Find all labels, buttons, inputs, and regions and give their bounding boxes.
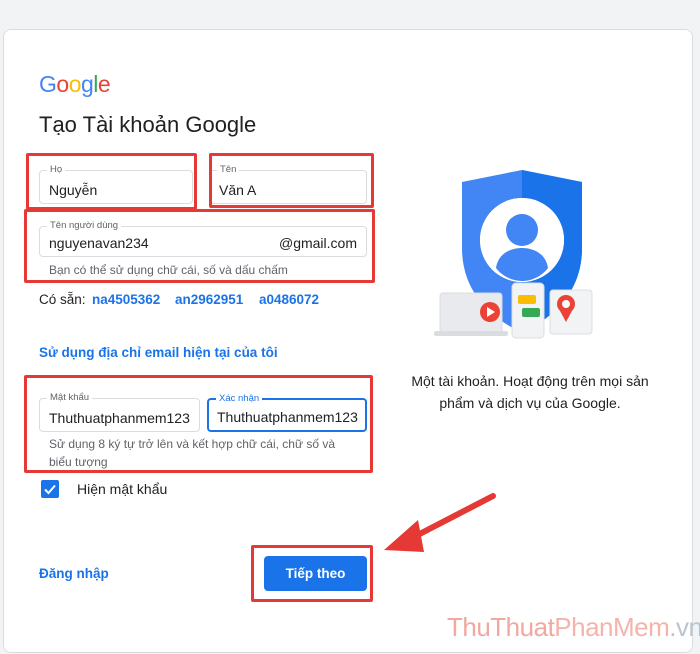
username-value: nguyenavan234: [49, 235, 149, 251]
suggestion-3[interactable]: a0486072: [259, 292, 319, 307]
suggestion-2[interactable]: an2962951: [175, 292, 243, 307]
confirm-password-field[interactable]: Xác nhận Thuthuatphanmem123: [207, 393, 367, 432]
suggestion-1[interactable]: na4505362: [92, 292, 160, 307]
username-label: Tên người dùng: [47, 220, 122, 231]
availability-label: Có sẵn:: [39, 292, 86, 307]
use-current-email-link[interactable]: Sử dụng địa chỉ email hiện tại của tôi: [39, 345, 278, 360]
first-name-value: Văn A: [219, 182, 257, 198]
first-name-field[interactable]: Tên Văn A: [209, 164, 367, 204]
gmail-suffix: @gmail.com: [278, 235, 357, 251]
next-button[interactable]: Tiếp theo: [264, 556, 367, 591]
last-name-label: Họ: [47, 164, 66, 175]
confirm-value: Thuthuatphanmem123: [217, 409, 358, 425]
show-password-label: Hiện mật khẩu: [77, 481, 168, 497]
page-title: Tạo Tài khoản Google: [39, 112, 257, 137]
password-hint: Sử dụng 8 ký tự trở lên và kết hợp chữ c…: [49, 437, 335, 469]
password-label: Mật khẩu: [47, 392, 93, 403]
checkmark-icon: [44, 484, 56, 495]
username-field[interactable]: Tên người dùng nguyenavan234 @gmail.com: [39, 220, 367, 257]
confirm-label: Xác nhận: [216, 393, 263, 404]
account-shield-illustration: [432, 168, 602, 353]
pointer-arrow-icon: [380, 488, 505, 563]
watermark: ThuThuatPhanMem.vn: [447, 612, 700, 642]
last-name-value: Nguyễn: [49, 182, 98, 198]
username-hint: Bạn có thể sử dụng chữ cái, số và dấu ch…: [49, 263, 288, 277]
password-value: Thuthuatphanmem123: [49, 410, 190, 426]
first-name-label: Tên: [217, 164, 240, 175]
last-name-field[interactable]: Họ Nguyễn: [39, 164, 193, 204]
caption-text: Một tài khoản. Hoạt động trên mọi sản ph…: [411, 373, 649, 411]
google-logo: Google: [39, 71, 111, 97]
show-password-checkbox[interactable]: [41, 480, 59, 498]
sign-in-link[interactable]: Đăng nhập: [39, 566, 109, 581]
password-field[interactable]: Mật khẩu Thuthuatphanmem123: [39, 392, 200, 432]
